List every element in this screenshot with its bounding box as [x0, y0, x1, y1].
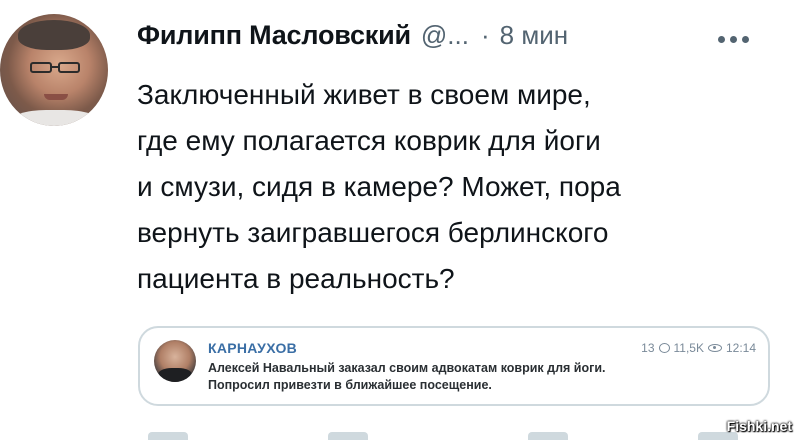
- watermark: Fishki.net: [726, 418, 792, 434]
- cut-fragment: [328, 432, 368, 440]
- more-dot: [718, 36, 725, 43]
- avatar-glasses-right: [58, 62, 80, 73]
- cut-fragment: [528, 432, 568, 440]
- quoted-comment-count: 13: [641, 341, 655, 355]
- quoted-channel-avatar: [154, 340, 196, 382]
- avatar-mouth: [44, 94, 68, 100]
- quoted-avatar-suit: [158, 368, 192, 382]
- more-dot: [742, 36, 749, 43]
- quoted-channel-name: КАРНАУХОВ: [208, 340, 298, 356]
- tweet-header: Филипп Масловский @... · 8 мин: [137, 20, 568, 56]
- avatar-glasses-left: [30, 62, 52, 73]
- quoted-post-text: Алексей Навальный заказал своим адвоката…: [208, 361, 606, 392]
- author-handle[interactable]: @...: [421, 20, 469, 51]
- quoted-post-card[interactable]: КАРНАУХОВ 13 11,5K 12:14 Алексей Навальн…: [138, 326, 770, 406]
- quoted-view-count: 11,5K: [673, 341, 704, 355]
- avatar-shirt: [10, 110, 100, 126]
- quoted-post-time: 12:14: [725, 341, 756, 355]
- more-horizontal-icon[interactable]: [718, 36, 749, 43]
- eye-icon: [707, 344, 722, 352]
- tweet-timestamp[interactable]: 8 мин: [500, 20, 568, 51]
- cut-fragment: [148, 432, 188, 440]
- comment-icon: [658, 343, 670, 353]
- more-dot: [730, 36, 737, 43]
- next-content-edge: [138, 432, 778, 440]
- avatar-hair: [18, 20, 90, 50]
- quoted-post-meta: 13 11,5K 12:14: [641, 341, 756, 355]
- author-avatar[interactable]: [0, 14, 108, 126]
- author-name[interactable]: Филипп Масловский: [137, 20, 411, 51]
- header-separator: ·: [480, 20, 490, 50]
- tweet-text: Заключенный живет в своем мире, где ему …: [137, 79, 621, 294]
